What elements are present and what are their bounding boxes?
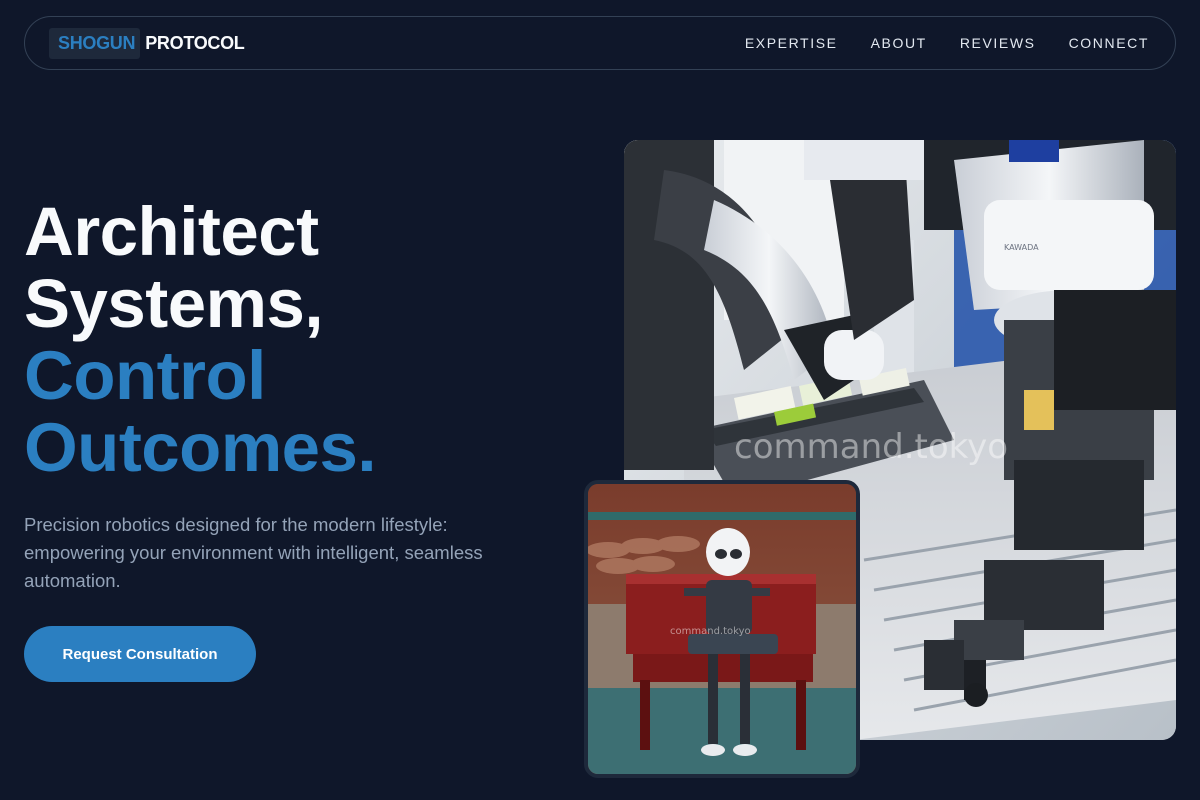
- nav-links: EXPERTISE ABOUT REVIEWS CONNECT: [712, 35, 1149, 51]
- hero-title: Architect Systems, Control Outcomes.: [24, 196, 584, 484]
- request-consultation-button[interactable]: Request Consultation: [24, 626, 256, 682]
- logo[interactable]: SHOGUN PROTOCOL: [49, 27, 245, 59]
- main-image-watermark: command.tokyo: [734, 427, 1008, 467]
- logo-part-protocol: PROTOCOL: [145, 32, 245, 53]
- hero-subtitle: Precision robotics designed for the mode…: [24, 514, 483, 591]
- hero-title-line-3: Control: [24, 337, 266, 414]
- robot-brand-label: KAWADA: [1004, 243, 1039, 252]
- hero-title-line-4: Outcomes.: [24, 409, 377, 486]
- top-nav: SHOGUN PROTOCOL EXPERTISE ABOUT REVIEWS …: [24, 16, 1176, 70]
- card-image-watermark: command.tokyo: [670, 626, 751, 637]
- humanoid-robot-image: command.tokyo: [584, 480, 860, 778]
- nav-link-about[interactable]: ABOUT: [871, 35, 927, 51]
- nav-link-expertise[interactable]: EXPERTISE: [745, 35, 838, 51]
- hero-title-line-1: Architect: [24, 193, 319, 270]
- nav-link-reviews[interactable]: REVIEWS: [960, 35, 1036, 51]
- hero-title-line-2: Systems,: [24, 265, 324, 342]
- logo-part-shogun: SHOGUN: [49, 27, 141, 59]
- landing-page: SHOGUN PROTOCOL EXPERTISE ABOUT REVIEWS …: [0, 0, 1200, 800]
- nav-link-connect[interactable]: CONNECT: [1069, 35, 1149, 51]
